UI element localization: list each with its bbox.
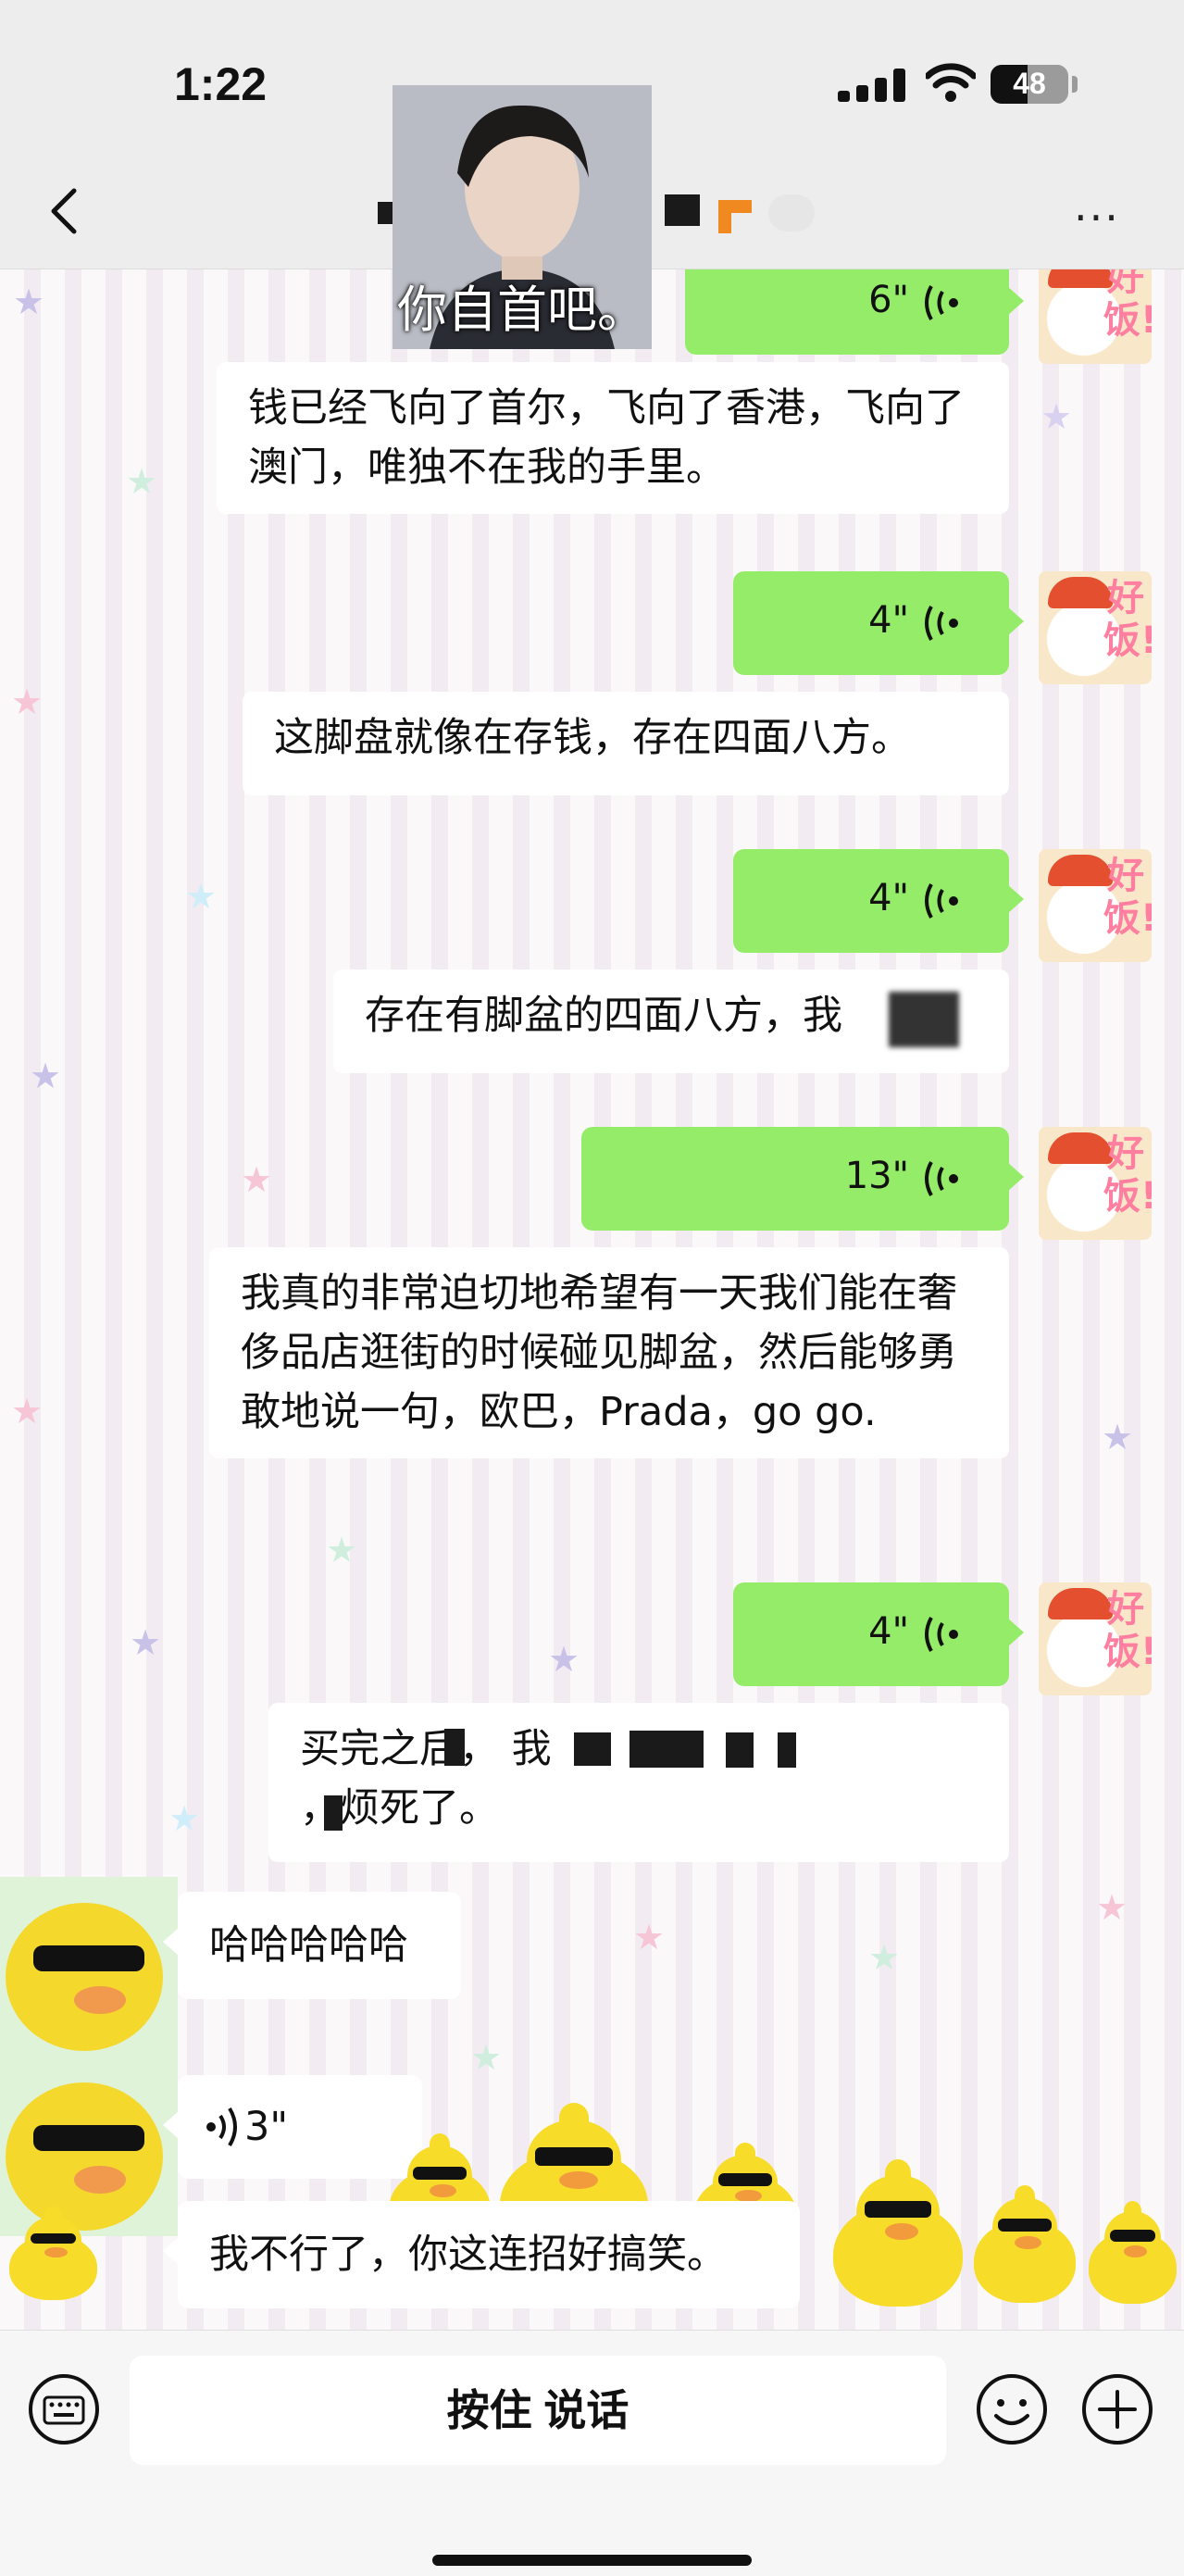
text-redaction bbox=[726, 1732, 754, 1768]
avatar-text: 好饭! bbox=[1103, 577, 1152, 662]
my-avatar[interactable]: 好饭! bbox=[1039, 571, 1152, 684]
star-decoration: ★ bbox=[30, 1056, 62, 1096]
star-decoration: ★ bbox=[168, 1798, 201, 1839]
text-redaction bbox=[629, 1731, 704, 1768]
title-emoji bbox=[768, 194, 815, 231]
keyboard-icon[interactable] bbox=[26, 2371, 102, 2447]
emoji-icon[interactable] bbox=[974, 2371, 1050, 2447]
text-redaction bbox=[778, 1732, 796, 1768]
voice-transcript: 买完之后， 我 ，烦死了。 bbox=[268, 1703, 1009, 1862]
star-decoration: ★ bbox=[11, 1391, 44, 1432]
star-decoration: ★ bbox=[1096, 1887, 1128, 1928]
friend-avatar[interactable] bbox=[0, 2057, 178, 2236]
wifi-icon bbox=[926, 63, 976, 102]
duck-sticker bbox=[1089, 2200, 1177, 2304]
star-decoration: ★ bbox=[548, 1639, 580, 1680]
star-decoration: ★ bbox=[130, 1622, 162, 1663]
back-icon[interactable] bbox=[39, 183, 94, 239]
voice-wave-icon bbox=[206, 2107, 237, 2147]
star-decoration: ★ bbox=[1041, 396, 1073, 437]
battery-icon: 48 bbox=[991, 65, 1068, 104]
my-avatar[interactable]: 好饭! bbox=[1039, 849, 1152, 962]
voice-duration: 6" bbox=[868, 279, 909, 321]
voice-transcript: 钱已经飞向了首尔，飞向了香港，飞向了澳门，唯独不在我的手里。 bbox=[217, 362, 1009, 514]
avatar-text: 好饭! bbox=[1103, 1132, 1152, 1218]
text-redaction bbox=[444, 1729, 465, 1766]
message-bubble[interactable]: 我不行了，你这连招好搞笑。 bbox=[163, 2201, 800, 2308]
voice-duration: 4" bbox=[868, 1610, 909, 1653]
star-decoration: ★ bbox=[868, 1937, 901, 1978]
voice-transcript: 这脚盘就像在存钱，存在四面八方。 bbox=[243, 692, 1009, 795]
my-avatar[interactable]: 好饭! bbox=[1039, 1127, 1152, 1240]
voice-message[interactable]: 4" bbox=[733, 571, 1024, 675]
duck-sticker bbox=[974, 2184, 1076, 2303]
battery-percent: 48 bbox=[1013, 67, 1046, 100]
star-decoration: ★ bbox=[326, 1530, 358, 1570]
avatar-text: 好饭! bbox=[1103, 269, 1152, 342]
star-decoration: ★ bbox=[470, 2037, 503, 2078]
voice-wave-icon bbox=[925, 1161, 958, 1196]
voice-message[interactable]: 4" bbox=[733, 1582, 1024, 1686]
voice-message-incoming[interactable]: 3" bbox=[163, 2075, 422, 2179]
voice-wave-icon bbox=[925, 1617, 958, 1652]
voice-wave-icon bbox=[925, 883, 958, 919]
text-redaction bbox=[889, 992, 959, 1047]
my-avatar[interactable]: 好饭! bbox=[1039, 1582, 1152, 1695]
star-decoration: ★ bbox=[126, 461, 158, 502]
voice-wave-icon bbox=[925, 285, 958, 320]
input-bar: 按住 说话 bbox=[0, 2330, 1184, 2576]
chat-area[interactable]: ★ ★ ★ ★ ★ ★ ★ ★ ★ ★ ★ ★ ★ ★ ★ ★ ★ 6" 好饭!… bbox=[0, 269, 1184, 2330]
plus-icon[interactable] bbox=[1079, 2371, 1155, 2447]
voice-message[interactable]: 4" bbox=[733, 849, 1024, 953]
star-decoration: ★ bbox=[633, 1917, 666, 1957]
voice-transcript: 我真的非常迫切地希望有一天我们能在奢侈品店逛街的时候碰见脚盆，然后能够勇敢地说一… bbox=[209, 1247, 1009, 1458]
duck-sticker bbox=[9, 2207, 97, 2300]
voice-duration: 13" bbox=[844, 1155, 909, 1197]
voice-duration: 4" bbox=[868, 599, 909, 642]
voice-wave-icon bbox=[925, 606, 958, 641]
my-avatar[interactable]: 好饭! bbox=[1039, 269, 1152, 364]
more-options-button[interactable]: ··· bbox=[1074, 193, 1120, 243]
signal-icon bbox=[838, 69, 907, 102]
duck-sticker bbox=[833, 2159, 963, 2307]
star-decoration: ★ bbox=[13, 281, 45, 322]
message-bubble[interactable]: 哈哈哈哈哈 bbox=[163, 1892, 461, 1999]
title-emoji bbox=[718, 213, 731, 233]
voice-duration: 4" bbox=[868, 877, 909, 919]
home-indicator bbox=[432, 2555, 752, 2566]
friend-avatar[interactable] bbox=[0, 1877, 178, 2057]
title-redaction bbox=[665, 194, 700, 226]
voice-message[interactable]: 6" bbox=[685, 269, 1024, 355]
star-decoration: ★ bbox=[241, 1159, 273, 1200]
star-decoration: ★ bbox=[1102, 1417, 1134, 1457]
avatar-text: 好饭! bbox=[1103, 855, 1152, 940]
text-redaction bbox=[324, 1795, 343, 1831]
avatar-text: 好饭! bbox=[1103, 1588, 1152, 1673]
status-time: 1:22 bbox=[174, 58, 268, 110]
star-decoration: ★ bbox=[11, 682, 44, 722]
transcript-line: ，烦死了。 bbox=[300, 1785, 499, 1832]
title-redaction bbox=[378, 202, 393, 224]
title-emoji bbox=[718, 200, 752, 213]
photo-caption: 你自首吧。 bbox=[397, 281, 647, 339]
star-decoration: ★ bbox=[185, 876, 218, 917]
voice-duration: 3" bbox=[244, 2104, 289, 2150]
text-redaction bbox=[574, 1732, 611, 1766]
voice-message[interactable]: 13" bbox=[581, 1127, 1024, 1231]
sticker-photo: 你自首吧。 bbox=[393, 85, 652, 349]
battery-tip bbox=[1072, 76, 1078, 93]
hold-to-talk-button[interactable]: 按住 说话 bbox=[130, 2356, 946, 2465]
